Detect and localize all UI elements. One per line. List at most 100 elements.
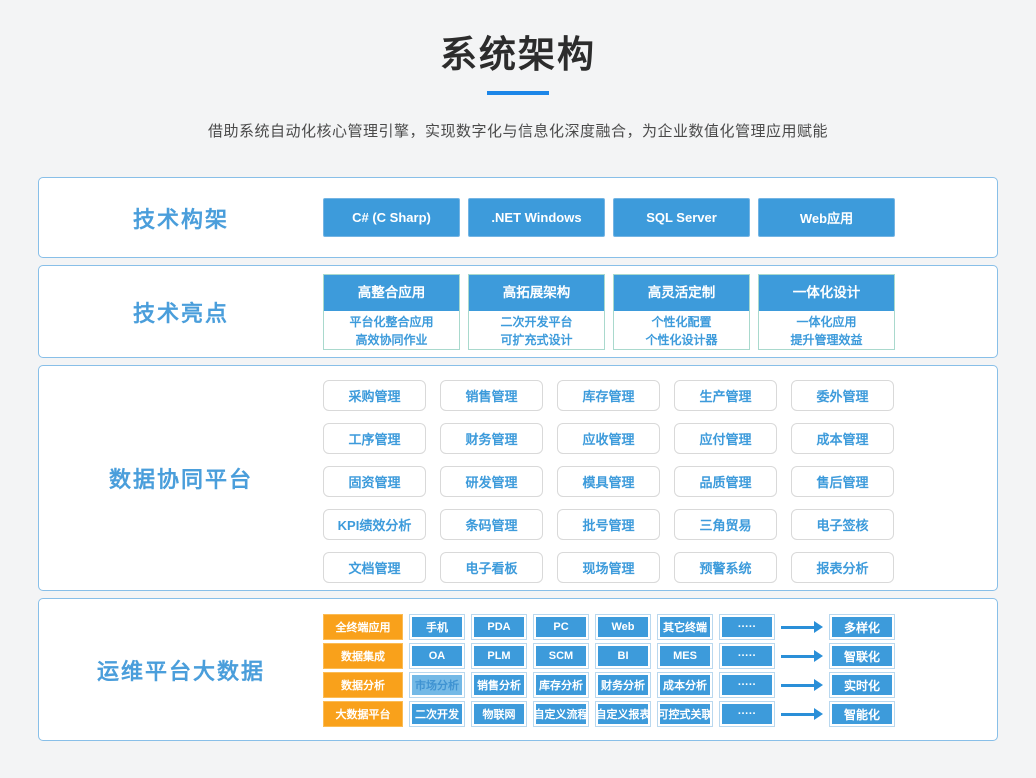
- module-chip[interactable]: 条码管理: [440, 509, 543, 540]
- ops-result-chip[interactable]: 实时化: [829, 672, 895, 698]
- ops-result-chip[interactable]: 智能化: [829, 701, 895, 727]
- module-chip[interactable]: 文档管理: [323, 552, 426, 583]
- section-label-ops: 运维平台大数据: [39, 599, 323, 740]
- module-chip[interactable]: 销售管理: [440, 380, 543, 411]
- ops-item-chip[interactable]: 自定义流程: [533, 701, 589, 727]
- ops-item-chip[interactable]: PLM: [471, 643, 527, 669]
- highlight-card-header: 高整合应用: [324, 275, 459, 311]
- page: 系统架构 借助系统自动化核心管理引擎，实现数字化与信息化深度融合，为企业数值化管…: [0, 0, 1036, 778]
- module-chip[interactable]: 采购管理: [323, 380, 426, 411]
- section-data-platform: 数据协同平台 采购管理 销售管理 库存管理 生产管理 委外管理 工序管理 财务管…: [38, 365, 998, 591]
- ops-item-chip[interactable]: PDA: [471, 614, 527, 640]
- module-chip[interactable]: 成本管理: [791, 423, 894, 454]
- highlight-card-line: 个性化配置: [614, 313, 749, 331]
- tech-buttons: C# (C Sharp) .NET Windows SQL Server Web…: [323, 178, 997, 257]
- ops-item-chip[interactable]: 手机: [409, 614, 465, 640]
- highlight-card-header: 高拓展架构: [469, 275, 604, 311]
- module-grid-row: 固资管理 研发管理 模具管理 品质管理 售后管理: [323, 466, 895, 497]
- page-title: 系统架构: [0, 0, 1036, 78]
- arrow-right-icon: [781, 679, 823, 691]
- title-underline: [487, 91, 549, 95]
- module-grid-row: 采购管理 销售管理 库存管理 生产管理 委外管理: [323, 380, 895, 411]
- module-chip[interactable]: 应收管理: [557, 423, 660, 454]
- ops-result-chip[interactable]: 多样化: [829, 614, 895, 640]
- module-chip[interactable]: KPI绩效分析: [323, 509, 426, 540]
- ops-more-chip[interactable]: ·····: [719, 643, 775, 669]
- module-chip[interactable]: 批号管理: [557, 509, 660, 540]
- tech-button[interactable]: C# (C Sharp): [323, 198, 460, 237]
- ops-item-chip[interactable]: 物联网: [471, 701, 527, 727]
- page-subtitle: 借助系统自动化核心管理引擎，实现数字化与信息化深度融合，为企业数值化管理应用赋能: [0, 120, 1036, 141]
- highlight-card: 高灵活定制 个性化配置 个性化设计器: [613, 274, 750, 350]
- ops-item-chip[interactable]: 成本分析: [657, 672, 713, 698]
- module-chip[interactable]: 电子看板: [440, 552, 543, 583]
- module-chip[interactable]: 固资管理: [323, 466, 426, 497]
- module-chip[interactable]: 库存管理: [557, 380, 660, 411]
- highlight-cards: 高整合应用 平台化整合应用 高效协同作业 高拓展架构 二次开发平台 可扩充式设计…: [323, 266, 997, 357]
- highlight-card: 高拓展架构 二次开发平台 可扩充式设计: [468, 274, 605, 350]
- module-chip[interactable]: 财务管理: [440, 423, 543, 454]
- module-chip[interactable]: 应付管理: [674, 423, 777, 454]
- module-chip[interactable]: 预警系统: [674, 552, 777, 583]
- ops-item-chip[interactable]: SCM: [533, 643, 589, 669]
- module-chip[interactable]: 委外管理: [791, 380, 894, 411]
- module-chip[interactable]: 研发管理: [440, 466, 543, 497]
- ops-more-chip[interactable]: ·····: [719, 614, 775, 640]
- module-grid-row: 工序管理 财务管理 应收管理 应付管理 成本管理: [323, 423, 895, 454]
- page-header: 系统架构 借助系统自动化核心管理引擎，实现数字化与信息化深度融合，为企业数值化管…: [0, 0, 1036, 141]
- module-chip[interactable]: 生产管理: [674, 380, 777, 411]
- arrow-right-icon: [781, 621, 823, 633]
- section-ops-bigdata: 运维平台大数据 全终端应用 手机 PDA PC Web 其它终端 ····· 多…: [38, 598, 998, 741]
- highlight-card-line: 个性化设计器: [614, 331, 749, 349]
- ops-item-chip[interactable]: 库存分析: [533, 672, 589, 698]
- module-chip[interactable]: 售后管理: [791, 466, 894, 497]
- ops-category-chip[interactable]: 大数据平台: [323, 701, 403, 727]
- ops-item-chip[interactable]: Web: [595, 614, 651, 640]
- highlight-card-header: 高灵活定制: [614, 275, 749, 311]
- section-label-platform: 数据协同平台: [39, 366, 323, 590]
- module-chip[interactable]: 工序管理: [323, 423, 426, 454]
- module-chip[interactable]: 现场管理: [557, 552, 660, 583]
- highlight-card-line: 高效协同作业: [324, 331, 459, 349]
- section-tech-architecture: 技术构架 C# (C Sharp) .NET Windows SQL Serve…: [38, 177, 998, 258]
- highlight-card-header: 一体化设计: [759, 275, 894, 311]
- tech-button[interactable]: .NET Windows: [468, 198, 605, 237]
- ops-row: 数据集成 OA PLM SCM BI MES ····· 智联化: [323, 643, 895, 669]
- ops-more-chip[interactable]: ·····: [719, 701, 775, 727]
- ops-category-chip[interactable]: 全终端应用: [323, 614, 403, 640]
- module-chip[interactable]: 报表分析: [791, 552, 894, 583]
- arrow-right-icon: [781, 650, 823, 662]
- tech-button[interactable]: Web应用: [758, 198, 895, 237]
- module-chip[interactable]: 三角贸易: [674, 509, 777, 540]
- module-chip[interactable]: 电子签核: [791, 509, 894, 540]
- ops-more-chip[interactable]: ·····: [719, 672, 775, 698]
- ops-item-chip[interactable]: 市场分析: [409, 672, 465, 698]
- ops-item-chip[interactable]: BI: [595, 643, 651, 669]
- ops-item-chip[interactable]: 二次开发: [409, 701, 465, 727]
- module-chip[interactable]: 模具管理: [557, 466, 660, 497]
- ops-row: 大数据平台 二次开发 物联网 自定义流程 自定义报表 可控式关联 ····· 智…: [323, 701, 895, 727]
- ops-item-chip[interactable]: 销售分析: [471, 672, 527, 698]
- ops-category-chip[interactable]: 数据分析: [323, 672, 403, 698]
- section-label-tech: 技术构架: [39, 178, 323, 257]
- highlight-card-line: 提升管理效益: [759, 331, 894, 349]
- section-label-highlights: 技术亮点: [39, 266, 323, 357]
- highlight-card-line: 可扩充式设计: [469, 331, 604, 349]
- ops-item-chip[interactable]: 可控式关联: [657, 701, 713, 727]
- ops-item-chip[interactable]: 自定义报表: [595, 701, 651, 727]
- module-chip[interactable]: 品质管理: [674, 466, 777, 497]
- ops-item-chip[interactable]: OA: [409, 643, 465, 669]
- arrow-right-icon: [781, 708, 823, 720]
- ops-item-chip[interactable]: 其它终端: [657, 614, 713, 640]
- tech-button[interactable]: SQL Server: [613, 198, 750, 237]
- ops-item-chip[interactable]: PC: [533, 614, 589, 640]
- ops-category-chip[interactable]: 数据集成: [323, 643, 403, 669]
- highlight-card-line: 二次开发平台: [469, 313, 604, 331]
- ops-item-chip[interactable]: 财务分析: [595, 672, 651, 698]
- ops-result-chip[interactable]: 智联化: [829, 643, 895, 669]
- ops-rows: 全终端应用 手机 PDA PC Web 其它终端 ····· 多样化 数据集成 …: [323, 599, 997, 740]
- highlight-card-line: 一体化应用: [759, 313, 894, 331]
- ops-item-chip[interactable]: MES: [657, 643, 713, 669]
- highlight-card: 高整合应用 平台化整合应用 高效协同作业: [323, 274, 460, 350]
- module-grid-row: 文档管理 电子看板 现场管理 预警系统 报表分析: [323, 552, 895, 583]
